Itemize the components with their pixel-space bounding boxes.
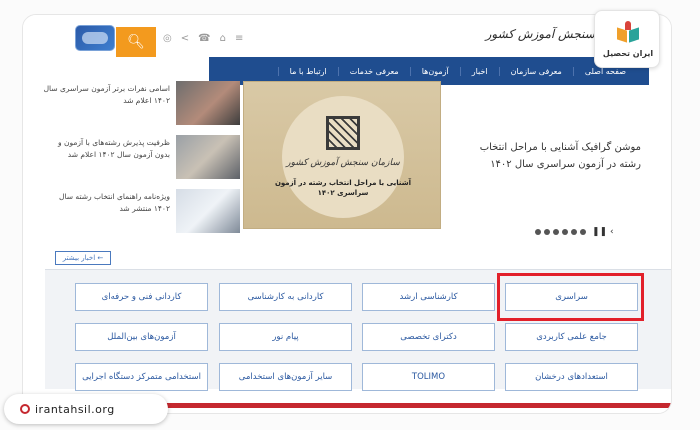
- nav-news[interactable]: اخبار: [459, 66, 499, 76]
- exam-talents-button[interactable]: استعدادهای درخشان: [505, 363, 638, 391]
- exam-payam-noor-button[interactable]: پیام نور: [219, 323, 352, 351]
- exam-kardani-be-karshenasi-button[interactable]: کاردانی به کارشناسی: [219, 283, 352, 311]
- list-item[interactable]: ظرفیت پذیرش رشته‌های با آزمون و بدون آزم…: [45, 133, 240, 185]
- home-icon[interactable]: ⌂: [220, 33, 226, 44]
- nav-about[interactable]: معرفی سازمان: [498, 66, 573, 76]
- share-icon[interactable]: <: [181, 33, 189, 44]
- site-url-badge: irantahsil.org: [4, 394, 168, 424]
- nav-services[interactable]: معرفی خدمات: [337, 66, 410, 76]
- banner-logo-text: سازمان سنجش آموزش کشور: [286, 158, 400, 168]
- news-list: اسامی نفرات برتر آزمون سراسری سال ۱۴۰۲ ا…: [42, 79, 240, 241]
- browser-frame: 🔍︎ ◎ < ☎ ⌂ ≡ سازمان سنجش آموزش کشور صفحه…: [22, 14, 672, 414]
- slider-dot[interactable]: [544, 229, 550, 235]
- featured-banner[interactable]: سازمان سنجش آموزش کشور آشنایی با مراحل ا…: [243, 81, 441, 229]
- exam-central-hiring-button[interactable]: استخدامی متمرکز دستگاه اجرایی: [75, 363, 208, 391]
- sanjesh-emblem-icon: [326, 116, 360, 150]
- sarasari-highlight-box: [497, 273, 644, 321]
- slider-dot[interactable]: [553, 229, 559, 235]
- news-thumbnail[interactable]: [176, 135, 240, 179]
- magnifier-icon: 🔍︎: [127, 34, 145, 50]
- book-logo-icon: [617, 21, 639, 41]
- site-header: 🔍︎ ◎ < ☎ ⌂ ≡ سازمان سنجش آموزش کشور: [23, 15, 671, 59]
- list-item[interactable]: ویژه‌نامه راهنمای انتخاب رشته سال ۱۴۰۲ م…: [45, 187, 240, 239]
- banner-caption: آشنایی با مراحل انتخاب رشته در آزمون سرا…: [274, 179, 412, 197]
- exam-arshad-button[interactable]: کارشناسی ارشد: [362, 283, 495, 311]
- target-icon: [20, 404, 30, 414]
- sanjesh-logo[interactable]: [75, 25, 115, 51]
- exam-jame-elmi-button[interactable]: جامع علمی کاربردی: [505, 323, 638, 351]
- slider-pause-prev-icon[interactable]: ❚❚ ‹: [592, 227, 614, 237]
- more-news-button[interactable]: اخبار بیشتر ←: [55, 251, 111, 265]
- irantahsil-badge: ایران تحصیل: [594, 10, 660, 68]
- slider-dot[interactable]: [571, 229, 577, 235]
- phone-icon[interactable]: ☎: [198, 33, 210, 44]
- search-button[interactable]: 🔍︎: [116, 27, 156, 57]
- news-title[interactable]: اسامی نفرات برتر آزمون سراسری سال ۱۴۰۲ ا…: [42, 83, 170, 107]
- exam-doctora-button[interactable]: دکترای تخصصی: [362, 323, 495, 351]
- slider-dot[interactable]: [562, 229, 568, 235]
- exam-international-button[interactable]: آزمون‌های بین‌الملل: [75, 323, 208, 351]
- badge-text: ایران تحصیل: [602, 49, 654, 58]
- exam-other-hiring-button[interactable]: سایر آزمون‌های استخدامی: [219, 363, 352, 391]
- feed-icon[interactable]: ≡: [235, 33, 243, 44]
- slider-dot[interactable]: [535, 229, 541, 235]
- nav-contact[interactable]: ارتباط با ما: [277, 66, 338, 76]
- news-thumbnail[interactable]: [176, 81, 240, 125]
- exam-tolimo-button[interactable]: TOLIMO: [362, 363, 495, 391]
- slider-dot[interactable]: [580, 229, 586, 235]
- header-tools: ◎ < ☎ ⌂ ≡: [163, 33, 243, 44]
- exam-kardani-fani-button[interactable]: کاردانی فنی و حرفه‌ای: [75, 283, 208, 311]
- nav-exams[interactable]: آزمون‌ها: [409, 66, 460, 76]
- news-title[interactable]: ظرفیت پذیرش رشته‌های با آزمون و بدون آزم…: [42, 137, 170, 161]
- featured-headline[interactable]: موشن گرافیک آشنایی با مراحل انتخاب رشته …: [461, 139, 641, 173]
- news-thumbnail[interactable]: [176, 189, 240, 233]
- banner-circle: [282, 96, 404, 218]
- list-item[interactable]: اسامی نفرات برتر آزمون سراسری سال ۱۴۰۲ ا…: [42, 79, 240, 131]
- slider-controls: ❚❚ ‹: [535, 227, 614, 237]
- site-url: irantahsil.org: [35, 402, 115, 416]
- news-title[interactable]: ویژه‌نامه راهنمای انتخاب رشته سال ۱۴۰۲ م…: [42, 191, 170, 215]
- globe-icon[interactable]: ◎: [163, 33, 172, 44]
